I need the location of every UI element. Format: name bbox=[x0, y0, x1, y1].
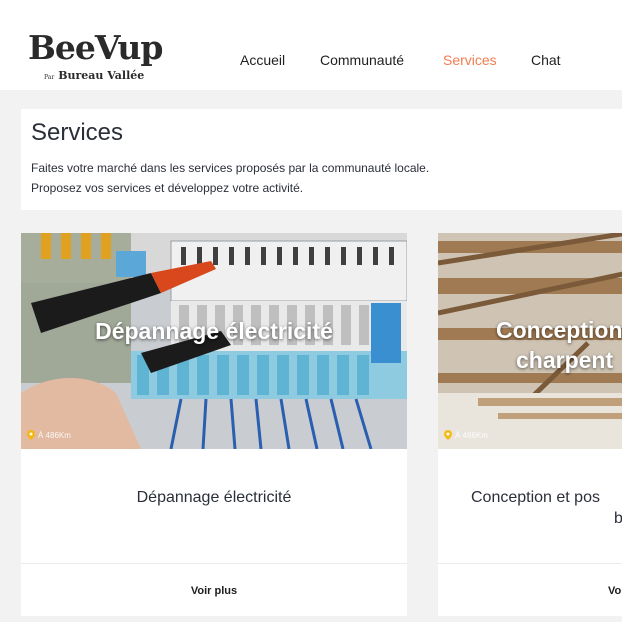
page-title: Services bbox=[31, 119, 124, 146]
nav-item-chat[interactable]: Chat bbox=[531, 52, 561, 68]
intro-line-2: Proposez vos services et développez votr… bbox=[31, 181, 304, 195]
service-name-line-2[interactable]: b bbox=[614, 510, 622, 528]
intro-line-1: Faites votre marché dans les services pr… bbox=[31, 161, 430, 175]
card-divider bbox=[21, 563, 407, 564]
image-title-line-2: charpent bbox=[516, 347, 614, 373]
card-divider bbox=[438, 563, 622, 564]
voir-plus-button[interactable]: Voir plus bbox=[21, 585, 407, 597]
services-intro: Services Faites votre marché dans les se… bbox=[21, 109, 622, 210]
nav-item-communaute[interactable]: Communauté bbox=[320, 52, 404, 68]
logo-wordmark: BeeVup bbox=[28, 28, 163, 67]
voir-plus-button[interactable]: Vo bbox=[608, 585, 621, 597]
logo-par: Par bbox=[44, 74, 55, 81]
logo-brand: Bureau Vallée bbox=[58, 69, 145, 82]
service-image-carpentry[interactable]: Conception charpent À 486Km bbox=[438, 233, 622, 449]
service-image-electricity[interactable]: Dépannage électricité À 486Km bbox=[21, 233, 407, 449]
location-pin-icon bbox=[27, 430, 35, 440]
image-title-line-1: Conception bbox=[496, 317, 622, 343]
nav-item-services[interactable]: Services bbox=[443, 52, 497, 68]
top-header: BeeVup Par Bureau Vallée Accueil Communau… bbox=[0, 0, 622, 90]
distance-text: À 486Km bbox=[455, 430, 488, 440]
image-title: Dépannage électricité bbox=[95, 318, 333, 344]
location-badge: À 486Km bbox=[444, 430, 488, 440]
nav-item-accueil[interactable]: Accueil bbox=[240, 52, 285, 68]
logo-subtitle: Par Bureau Vallée bbox=[44, 69, 144, 82]
location-pin-icon bbox=[444, 430, 452, 440]
service-card[interactable]: Dépannage électricité À 486Km Dépannage … bbox=[21, 233, 407, 616]
location-badge: À 486Km bbox=[27, 430, 71, 440]
service-name[interactable]: Dépannage électricité bbox=[21, 489, 407, 507]
service-name-line-1[interactable]: Conception et pos bbox=[471, 489, 600, 507]
beevup-logo[interactable]: BeeVup Par Bureau Vallée bbox=[28, 30, 168, 88]
distance-text: À 486Km bbox=[38, 430, 71, 440]
service-card[interactable]: Conception charpent À 486Km Conception e… bbox=[438, 233, 622, 616]
